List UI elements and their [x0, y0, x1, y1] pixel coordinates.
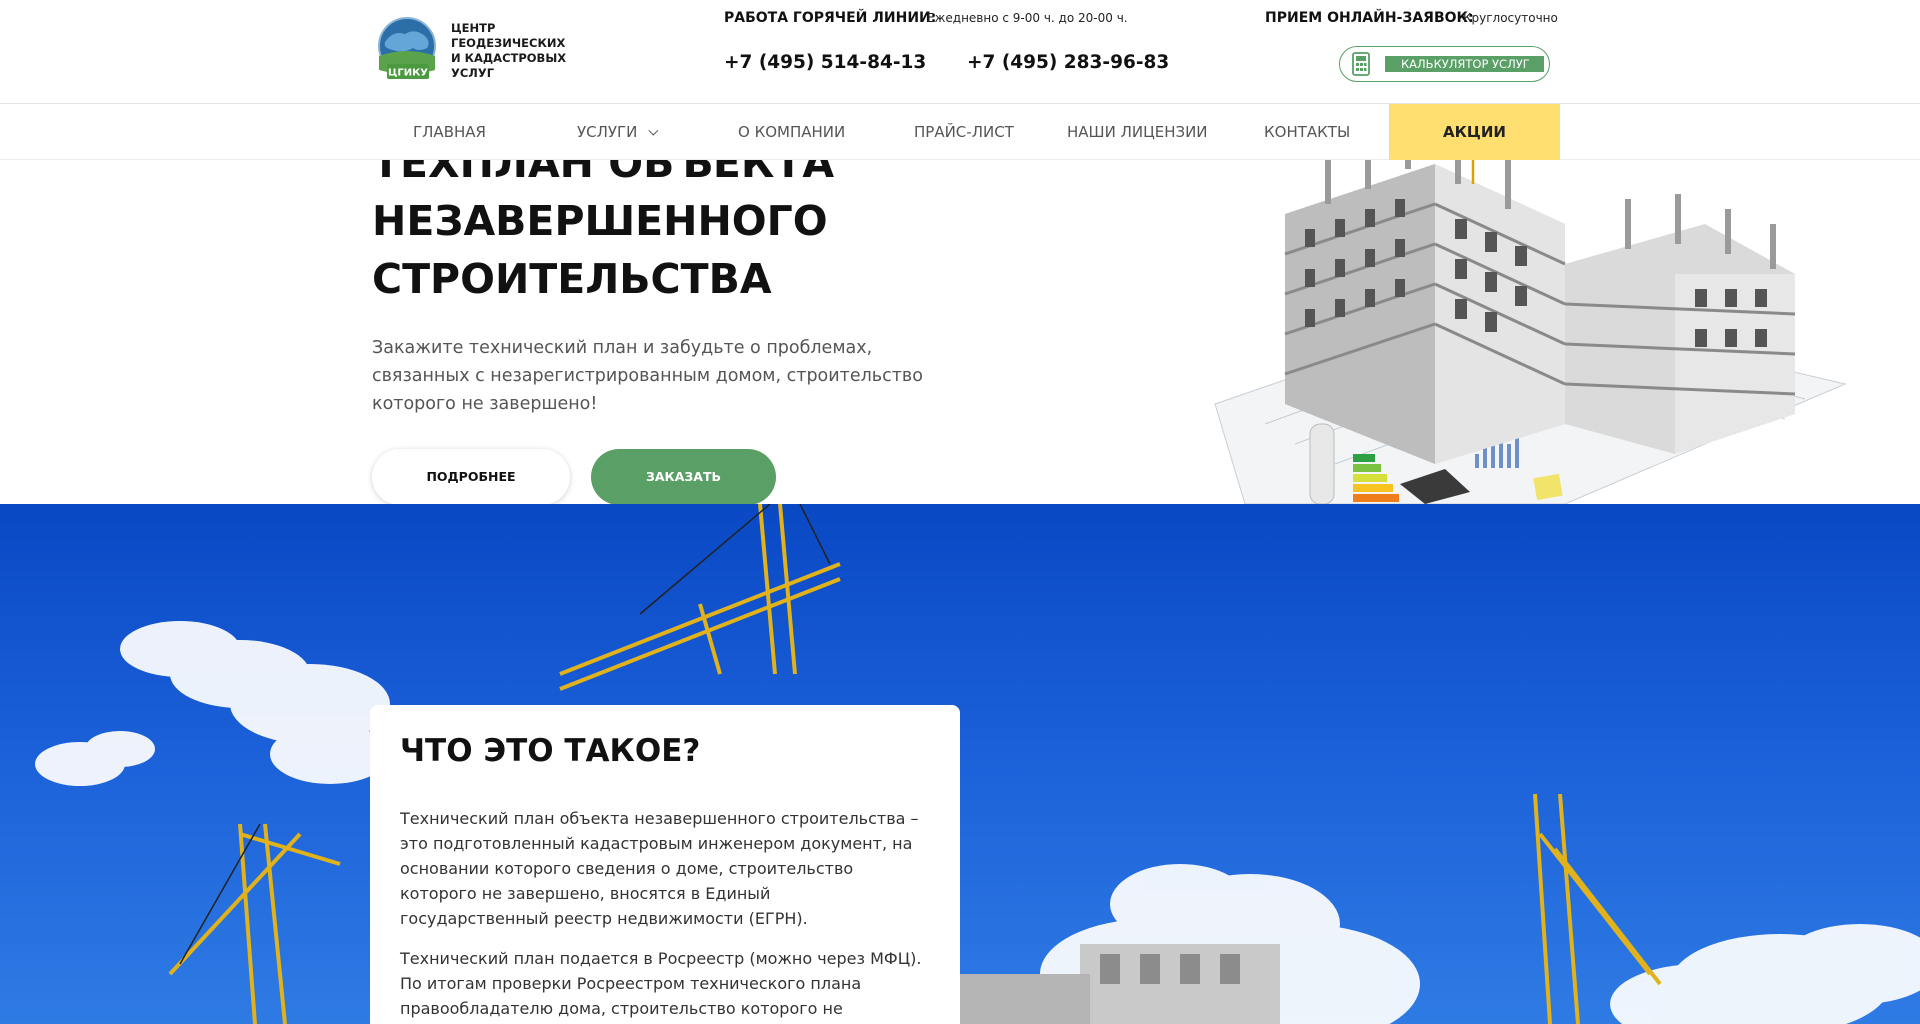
logo-emblem-icon: ЦГИКУ: [373, 16, 445, 86]
more-button[interactable]: ПОДРОБНЕЕ: [372, 449, 570, 504]
title-line-3: СТРОИТЕЛЬСТВА: [372, 255, 772, 303]
services-calculator-button[interactable]: КАЛЬКУЛЯТОР УСЛУГ: [1339, 46, 1550, 82]
hero-section: ТЕХПЛАН ОБЪЕКТА НЕЗАВЕРШЕННОГО СТРОИТЕЛЬ…: [0, 104, 1920, 504]
title-line-2: НЕЗАВЕРШЕННОГО: [372, 197, 828, 245]
nav-item-about[interactable]: О КОМПАНИИ: [738, 104, 845, 160]
hotline-label: РАБОТА ГОРЯЧЕЙ ЛИНИИ:: [724, 10, 937, 26]
online-requests-hours: Круглосуточно: [1463, 11, 1558, 25]
what-is-it-card: ЧТО ЭТО ТАКОЕ? Технический план объекта …: [370, 705, 960, 1024]
logo-name-line1: ЦЕНТР ГЕОДЕЗИЧЕСКИХ: [451, 21, 566, 50]
phone-link-2[interactable]: +7 (495) 283-96-83: [967, 52, 1169, 73]
nav-item-services-label: УСЛУГИ: [577, 123, 638, 141]
phone-link-1[interactable]: +7 (495) 514-84-13: [724, 52, 926, 73]
main-navigation: ГЛАВНАЯ УСЛУГИ О КОМПАНИИ ПРАЙС-ЛИСТ НАШ…: [0, 104, 1920, 160]
logo-text: ЦЕНТР ГЕОДЕЗИЧЕСКИХ И КАДАСТРОВЫХ УСЛУГ: [451, 21, 603, 81]
nav-item-services[interactable]: УСЛУГИ: [577, 104, 659, 160]
calculator-label: КАЛЬКУЛЯТОР УСЛУГ: [1385, 56, 1544, 72]
logo-abbr: ЦГИКУ: [388, 68, 428, 79]
construction-sky-background: [0, 504, 1920, 1024]
hero-subtitle: Закажите технический план и забудьте о п…: [372, 338, 923, 414]
site-logo[interactable]: ЦГИКУ ЦЕНТР ГЕОДЕЗИЧЕСКИХ И КАДАСТРОВЫХ …: [373, 16, 603, 86]
logo-name-line2: И КАДАСТРОВЫХ УСЛУГ: [451, 51, 567, 80]
online-requests-label: ПРИЕМ ОНЛАЙН-ЗАЯВОК:: [1265, 10, 1474, 26]
building-illustration: [1205, 124, 1855, 504]
nav-item-contacts[interactable]: КОНТАКТЫ: [1264, 104, 1350, 160]
top-header: ЦГИКУ ЦЕНТР ГЕОДЕЗИЧЕСКИХ И КАДАСТРОВЫХ …: [0, 0, 1920, 104]
nav-item-pricelist[interactable]: ПРАЙС-ЛИСТ: [914, 104, 1014, 160]
info-paragraph-1: Технический план объекта незавершенного …: [400, 809, 919, 928]
info-paragraph-2: Технический план подается в Росреестр (м…: [400, 949, 922, 1018]
page-title: ТЕХПЛАН ОБЪЕКТА НЕЗАВЕРШЕННОГО СТРОИТЕЛЬ…: [372, 134, 932, 308]
info-title: ЧТО ЭТО ТАКОЕ?: [400, 733, 701, 769]
nav-item-promotions[interactable]: АКЦИИ: [1389, 104, 1560, 160]
nav-item-home[interactable]: ГЛАВНАЯ: [413, 104, 486, 160]
hotline-hours: Ежедневно с 9-00 ч. до 20-00 ч.: [927, 11, 1128, 25]
order-button[interactable]: ЗАКАЗАТЬ: [591, 449, 776, 504]
chevron-down-icon: [648, 125, 659, 136]
calculator-icon: [1352, 52, 1370, 76]
nav-item-licenses[interactable]: НАШИ ЛИЦЕНЗИИ: [1067, 104, 1208, 160]
